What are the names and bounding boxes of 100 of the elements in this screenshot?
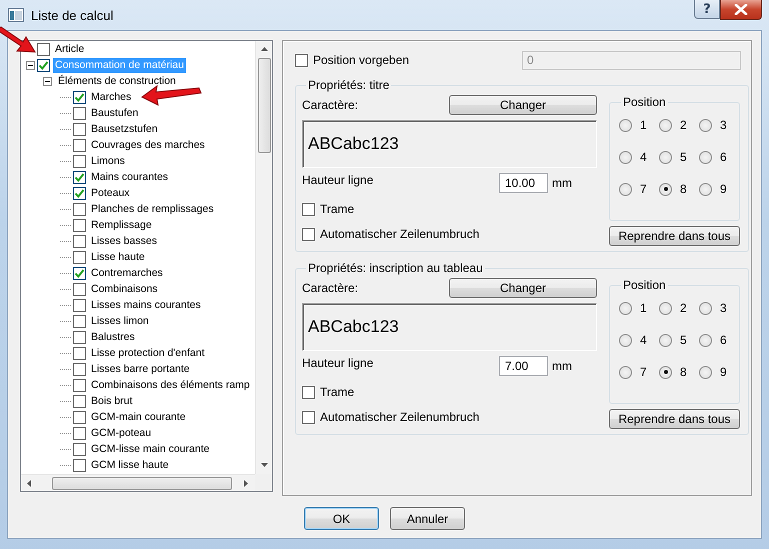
tree-item[interactable]: Lisses basses [89,234,159,248]
tree-item[interactable]: Mains courantes [89,170,170,184]
radio-button[interactable] [619,334,632,346]
checkbox[interactable] [302,228,315,240]
collapse-toggle-icon[interactable] [26,60,35,70]
tree-item[interactable]: Lisse haute [89,250,147,264]
collapse-toggle-icon[interactable] [43,76,52,86]
tree-item[interactable]: Bausetzstufen [89,122,160,136]
radio-button[interactable] [699,150,712,164]
tree-item[interactable]: Article [53,42,86,56]
checkbox[interactable] [73,362,86,376]
tree-item[interactable]: Remplissage [89,218,154,232]
checkbox[interactable] [73,90,86,104]
checkbox[interactable] [73,186,86,200]
scroll-up-icon[interactable] [260,47,268,52]
checkbox[interactable] [73,314,86,328]
tree-item[interactable]: Couvrages des marches [89,138,207,152]
change-button[interactable]: Changer [449,278,597,298]
radio-button[interactable] [699,334,712,346]
radio-button[interactable] [699,118,712,132]
checkbox[interactable] [73,394,86,408]
checkbox[interactable] [73,346,86,360]
radio-button[interactable] [619,366,632,378]
radio-button[interactable] [659,366,672,378]
radio-button[interactable] [619,150,632,164]
tree-item[interactable]: Planches de remplissages [89,202,216,216]
scrollbar-thumb[interactable] [258,58,270,153]
checkbox[interactable] [73,170,86,184]
tree-item[interactable]: GCM-lisse main courante [89,442,212,456]
scroll-down-icon[interactable] [260,463,268,468]
apply-all-button[interactable]: Reprendre dans tous [609,226,740,246]
checkbox[interactable] [73,202,86,216]
checkbox[interactable] [73,138,86,152]
checkbox[interactable] [302,202,315,216]
radio-button[interactable] [659,302,672,314]
vertical-scrollbar[interactable] [255,41,272,474]
checkbox[interactable] [73,266,86,280]
radio-label: 8 [680,365,687,379]
tree-item[interactable]: Éléments de construction [56,74,178,88]
radio-button[interactable] [699,182,712,196]
checkbox[interactable] [73,234,86,248]
tree-item[interactable]: Lisses limon [89,314,151,328]
line-height-label: Hauteur ligne [302,173,374,187]
radio-button[interactable] [659,118,672,132]
dialog-button[interactable]: Annuler [390,507,465,530]
line-height-input[interactable]: 10.00 [499,173,548,193]
radio-label: 9 [720,182,727,196]
tree-item[interactable]: GCM-main courante [89,410,188,424]
close-button[interactable] [720,0,762,20]
checkbox[interactable] [73,298,86,312]
tree-item[interactable]: Baustufen [89,106,140,120]
tree-item[interactable]: Lisses mains courantes [89,298,203,312]
checkbox[interactable] [73,442,86,456]
radio-button[interactable] [619,118,632,132]
radio-button[interactable] [659,334,672,346]
radio-button[interactable] [699,366,712,378]
checkbox[interactable] [73,106,86,120]
checkbox[interactable] [73,154,86,168]
checkbox-label: Automatischer Zeilenumbruch [320,410,480,424]
horizontal-scrollbar[interactable] [21,474,255,491]
radio-button[interactable] [619,302,632,314]
checkbox[interactable] [73,458,86,472]
checkbox[interactable] [73,378,86,392]
radio-label: 3 [720,118,727,132]
tree-item[interactable]: Poteaux [89,186,132,200]
checkbox[interactable] [302,386,315,398]
tree-item[interactable]: Balustres [89,330,137,344]
tree-item[interactable]: GCM lisse haute [89,458,171,472]
radio-button[interactable] [659,182,672,196]
tree-item[interactable]: Contremarches [89,266,165,280]
apply-all-button[interactable]: Reprendre dans tous [609,409,740,429]
checkbox[interactable] [73,122,86,136]
radio-button[interactable] [699,302,712,314]
checkbox[interactable] [37,42,50,56]
scroll-left-icon[interactable] [27,480,32,486]
checkbox[interactable] [73,426,86,440]
checkbox[interactable] [302,410,315,424]
tree-item[interactable]: Limons [89,154,127,168]
tree-item[interactable]: Lisse protection d'enfant [89,346,206,360]
dialog-button[interactable]: OK [304,507,379,530]
line-height-input[interactable]: 7.00 [499,356,548,376]
checkbox[interactable] [73,250,86,264]
checkbox[interactable] [73,410,86,424]
tree-item[interactable]: GCM-poteau [89,426,154,440]
tree-item[interactable]: Combinaisons des éléments ramp [89,378,252,392]
group-title: Position [622,278,667,292]
tree-item[interactable]: Combinaisons [89,282,160,296]
radio-button[interactable] [659,150,672,164]
scrollbar-thumb[interactable] [52,476,232,490]
tree-item[interactable]: Bois brut [89,394,134,408]
help-button[interactable]: ? [694,0,720,19]
tree-item[interactable]: Marches [89,90,134,104]
checkbox[interactable] [73,282,86,296]
checkbox[interactable] [73,330,86,344]
checkbox[interactable] [37,58,50,72]
radio-button[interactable] [619,182,632,196]
checkbox[interactable] [73,218,86,232]
change-button[interactable]: Changer [449,94,597,114]
scroll-right-icon[interactable] [244,480,249,486]
tree-item[interactable]: Lisses barre portante [89,362,192,376]
